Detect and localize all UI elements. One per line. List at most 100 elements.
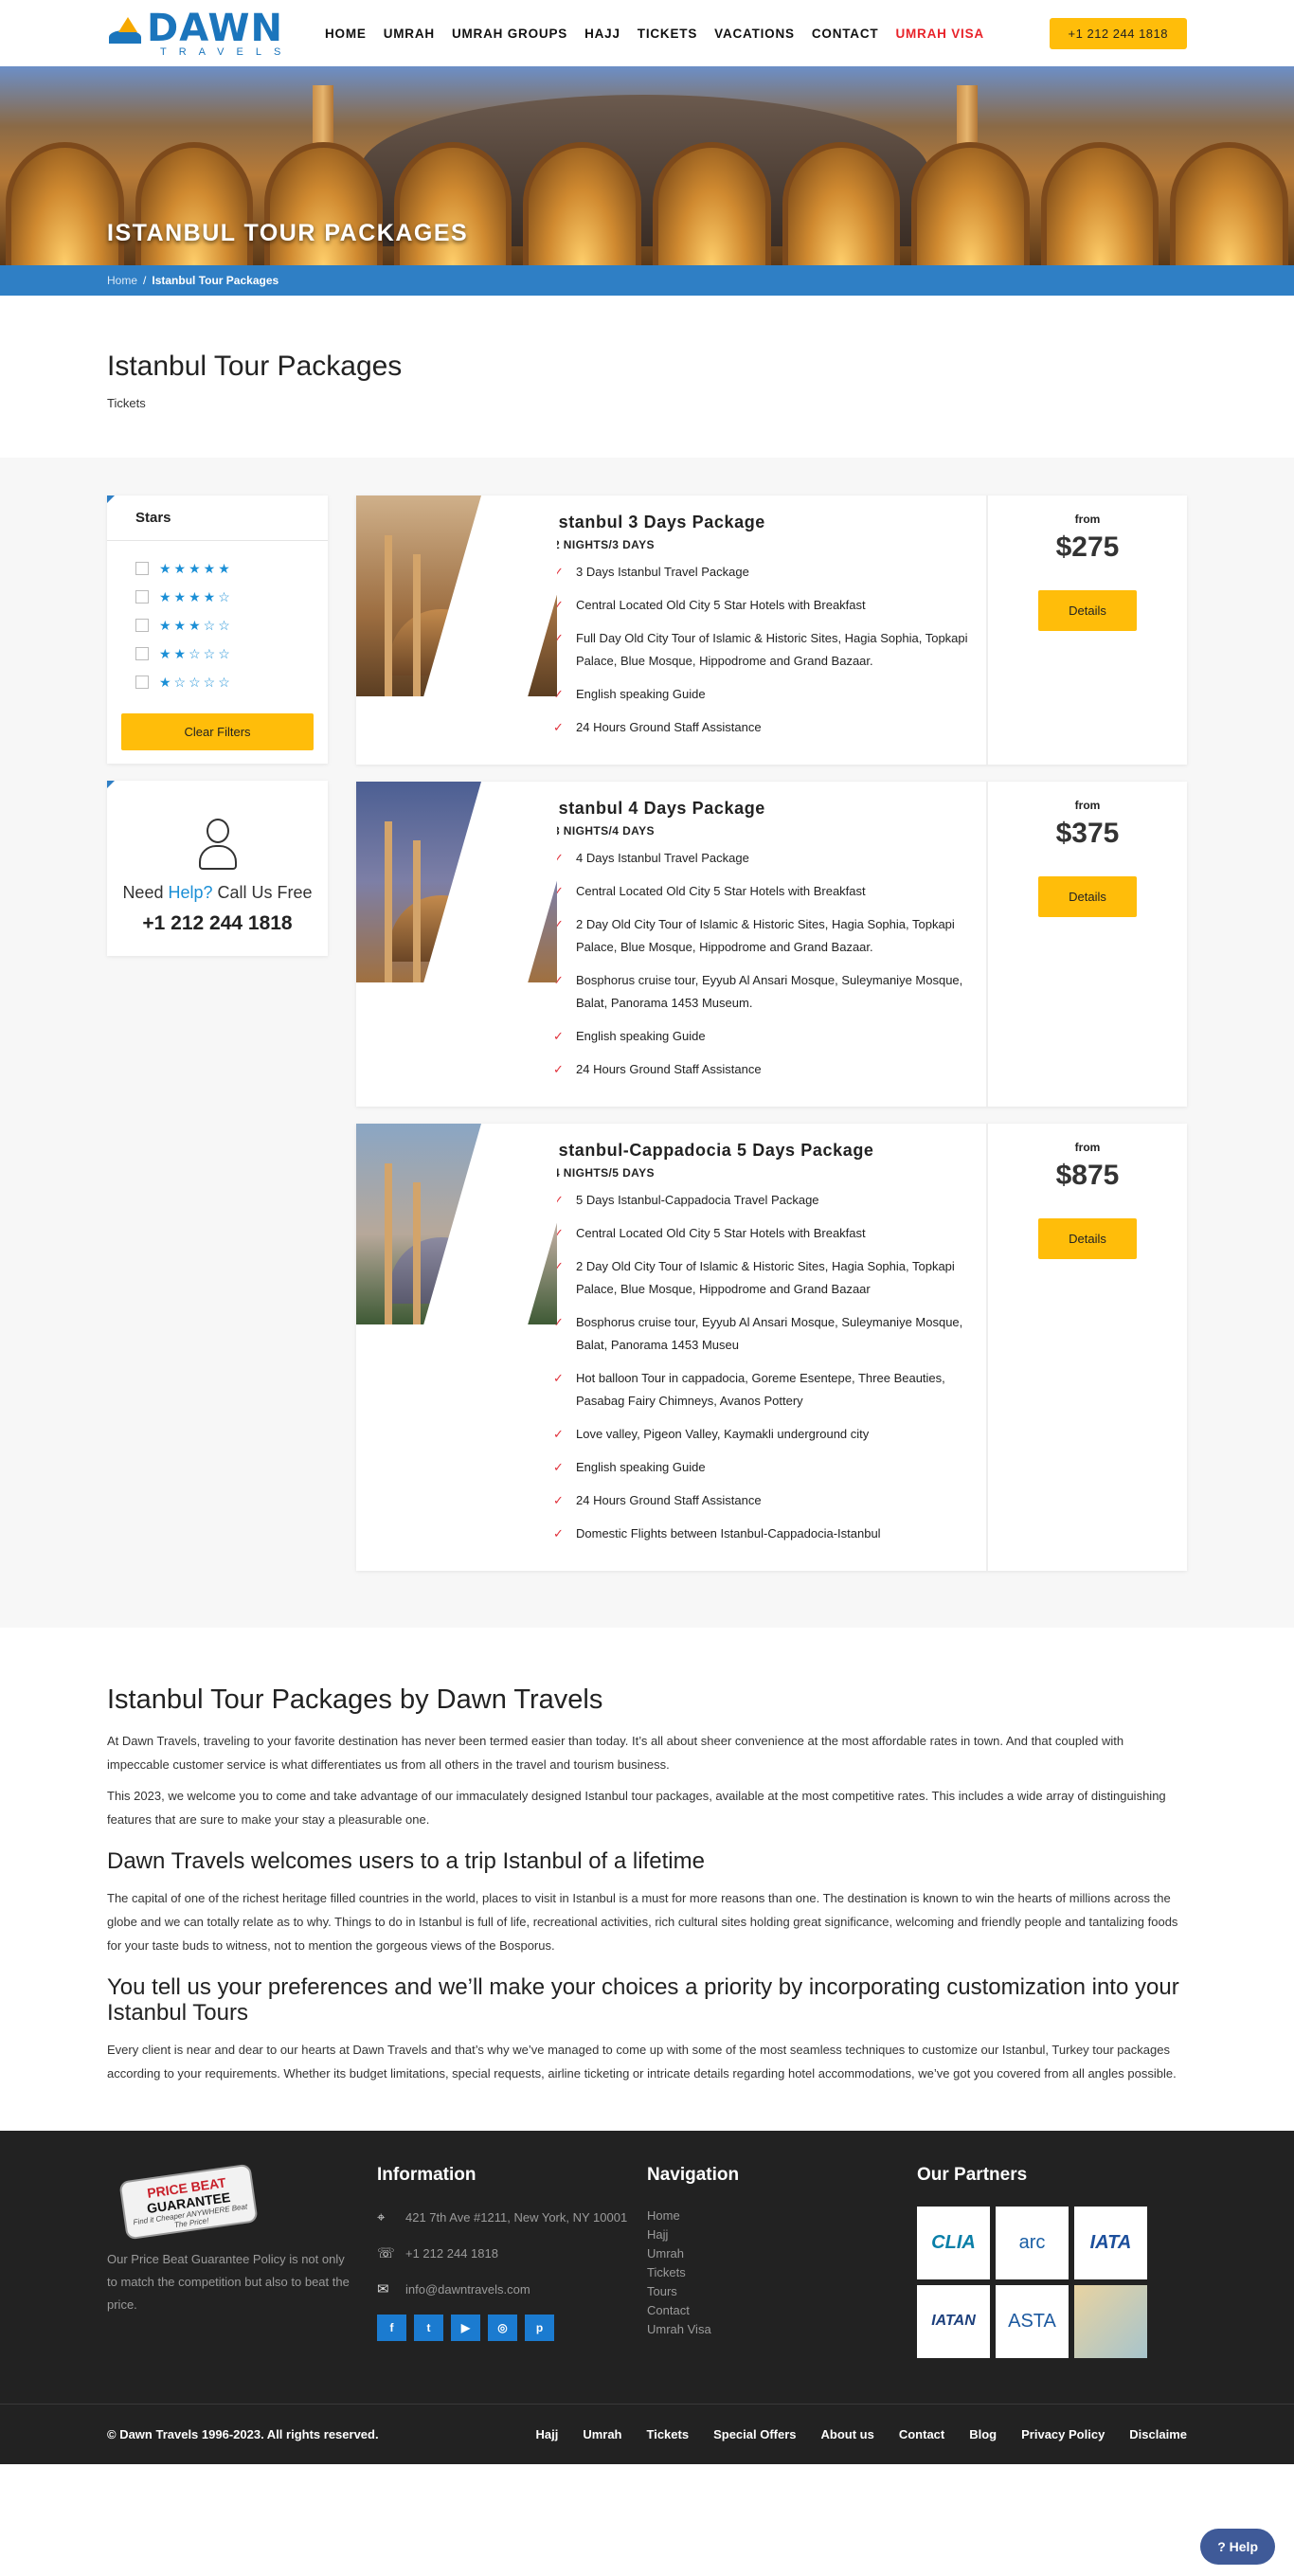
help-box: Need Help? Call Us Free +1 212 244 1818: [107, 781, 328, 956]
footer-link-tours[interactable]: Tours: [647, 2282, 917, 2301]
package-title[interactable]: Istanbul-Cappadocia 5 Days Package: [553, 1141, 973, 1161]
page-title: Istanbul Tour Packages: [107, 351, 403, 382]
details-button[interactable]: Details: [1038, 590, 1137, 631]
check-icon: ✓: [553, 1526, 564, 1540]
email-row[interactable]: ✉ info@dawntravels.com: [377, 2279, 647, 2301]
nav-vacations[interactable]: VACATIONS: [714, 27, 795, 41]
bottom-link-tickets[interactable]: Tickets: [647, 2427, 690, 2441]
check-icon: ✓: [553, 1460, 564, 1474]
instagram-icon[interactable]: ◎: [488, 2314, 517, 2341]
logo-icon: [107, 17, 143, 49]
price-from-label: from: [1074, 513, 1101, 526]
filter-5-stars[interactable]: ★★★★★: [135, 554, 299, 583]
logo-main-text: DAWN: [147, 6, 283, 50]
checkbox[interactable]: [135, 590, 149, 603]
partners-title: Our Partners: [917, 2164, 1028, 2185]
dawn-travels-logo[interactable]: DAWN TRAVELS: [107, 9, 325, 58]
feature-item: ✓ Domestic Flights between Istanbul-Cappa…: [553, 1522, 973, 1545]
twitter-icon[interactable]: t: [414, 2314, 443, 2341]
nav-umrah-groups[interactable]: UMRAH GROUPS: [452, 27, 567, 41]
filter-3-stars[interactable]: ★★★☆☆: [135, 611, 299, 639]
nav-contact[interactable]: CONTACT: [812, 27, 879, 41]
footer-guarantee-column: PRICE BEAT GUARANTEE Find it Cheaper ANY…: [107, 2163, 377, 2358]
details-button[interactable]: Details: [1038, 876, 1137, 917]
footer-partners-column: Our Partners CLIA arc IATA IATAN ASTA: [917, 2165, 1187, 2358]
checkbox[interactable]: [135, 676, 149, 689]
feature-item: ✓ 4 Days Istanbul Travel Package: [553, 847, 973, 870]
about-paragraph: Every client is near and dear to our hea…: [107, 2042, 1177, 2081]
phone-row[interactable]: ☏ +1 212 244 1818: [377, 2243, 647, 2265]
checkbox[interactable]: [135, 562, 149, 575]
price-beat-guarantee-badge: PRICE BEAT GUARANTEE Find it Cheaper ANY…: [107, 2163, 259, 2241]
price-from-label: from: [1074, 1141, 1101, 1154]
page-subtitle: Tickets: [107, 396, 146, 410]
nav-umrah-visa[interactable]: UMRAH VISA: [895, 27, 984, 41]
nav-tickets[interactable]: TICKETS: [638, 27, 697, 41]
footer-link-hajj[interactable]: Hajj: [647, 2225, 917, 2244]
feature-list: ✓ 3 Days Istanbul Travel Package ✓ Central…: [553, 561, 973, 739]
bottom-link-disclaimer[interactable]: Disclaime: [1129, 2427, 1187, 2441]
check-icon: ✓: [553, 1029, 564, 1043]
clear-filters-button[interactable]: Clear Filters: [121, 713, 314, 750]
facebook-icon[interactable]: f: [377, 2314, 406, 2341]
footer-link-umrah-visa[interactable]: Umrah Visa: [647, 2320, 917, 2339]
check-icon: ✓: [553, 1371, 564, 1385]
bottom-link-about-us[interactable]: About us: [821, 2427, 874, 2441]
package-title[interactable]: Istanbul 3 Days Package: [553, 513, 973, 532]
help-phone[interactable]: +1 212 244 1818: [107, 912, 328, 935]
footer-link-umrah[interactable]: Umrah: [647, 2244, 917, 2263]
footer-link-tickets[interactable]: Tickets: [647, 2263, 917, 2282]
breadcrumb-home[interactable]: Home: [107, 274, 137, 287]
footer-link-home[interactable]: Home: [647, 2207, 917, 2225]
star-icons: ★★★★☆: [159, 588, 233, 604]
package-image[interactable]: [356, 495, 557, 696]
package-title[interactable]: Istanbul 4 Days Package: [553, 799, 973, 819]
bottom-link-blog[interactable]: Blog: [969, 2427, 997, 2441]
check-icon: ✓: [553, 1062, 564, 1076]
nav-title: Navigation: [647, 2164, 740, 2185]
bottom-link-hajj[interactable]: Hajj: [535, 2427, 558, 2441]
package-image[interactable]: [356, 1124, 557, 1324]
package-list: Istanbul 3 Days Package 2 NIGHTS/3 DAYS …: [356, 495, 1187, 1571]
about-paragraph: At Dawn Travels, traveling to your favor…: [107, 1734, 1124, 1772]
package-card: Istanbul 3 Days Package 2 NIGHTS/3 DAYS …: [356, 495, 1187, 765]
hero-banner: ISTANBUL TOUR PACKAGES: [0, 66, 1294, 265]
check-icon: ✓: [553, 720, 564, 734]
footer-bottom-bar: © Dawn Travels 1996-2023. All rights res…: [0, 2403, 1294, 2565]
nav-home[interactable]: HOME: [325, 27, 367, 41]
bottom-link-contact[interactable]: Contact: [899, 2427, 944, 2441]
filter-1-star[interactable]: ★☆☆☆☆: [135, 668, 299, 696]
nav-hajj[interactable]: HAJJ: [584, 27, 620, 41]
corner-accent: [107, 495, 115, 503]
main-nav: HOME UMRAH UMRAH GROUPS HAJJ TICKETS VAC…: [325, 27, 1050, 41]
filter-2-stars[interactable]: ★★☆☆☆: [135, 639, 299, 668]
header-phone-button[interactable]: +1 212 244 1818: [1049, 17, 1187, 49]
youtube-icon[interactable]: ▶: [451, 2314, 480, 2341]
feature-item: ✓ 2 Day Old City Tour of Islamic & Histor…: [553, 1255, 973, 1301]
help-chat-button[interactable]: ? Help: [1200, 2529, 1275, 2565]
price-panel: from $375 Details: [986, 782, 1187, 1107]
feature-item: ✓ 5 Days Istanbul-Cappadocia Travel Packa…: [553, 1189, 973, 1212]
footer-link-contact[interactable]: Contact: [647, 2301, 917, 2320]
checkbox[interactable]: [135, 619, 149, 632]
filter-4-stars[interactable]: ★★★★☆: [135, 583, 299, 611]
question-icon: ?: [1217, 2539, 1226, 2554]
iatan-logo: IATAN: [917, 2284, 990, 2358]
bottom-link-special-offers[interactable]: Special Offers: [713, 2427, 796, 2441]
feature-item: ✓ English speaking Guide: [553, 1025, 973, 1048]
checkbox[interactable]: [135, 647, 149, 660]
guarantee-text: Our Price Beat Guarantee Policy is not o…: [107, 2251, 350, 2312]
package-image[interactable]: [356, 782, 557, 982]
feature-list: ✓ 4 Days Istanbul Travel Package ✓ Central…: [553, 847, 973, 1081]
pinterest-icon[interactable]: p: [525, 2314, 554, 2341]
details-button[interactable]: Details: [1038, 1218, 1137, 1259]
asta-logo: ASTA: [996, 2284, 1069, 2358]
star-filter-title: Stars: [107, 495, 328, 541]
help-link[interactable]: Help?: [168, 883, 212, 902]
bottom-link-umrah[interactable]: Umrah: [583, 2427, 621, 2441]
bottom-link-privacy-policy[interactable]: Privacy Policy: [1021, 2427, 1105, 2441]
star-icons: ★☆☆☆☆: [159, 674, 233, 690]
nav-umrah[interactable]: UMRAH: [384, 27, 435, 41]
breadcrumb-current: Istanbul Tour Packages: [152, 274, 279, 287]
site-footer: PRICE BEAT GUARANTEE Find it Cheaper ANY…: [0, 2130, 1294, 2565]
